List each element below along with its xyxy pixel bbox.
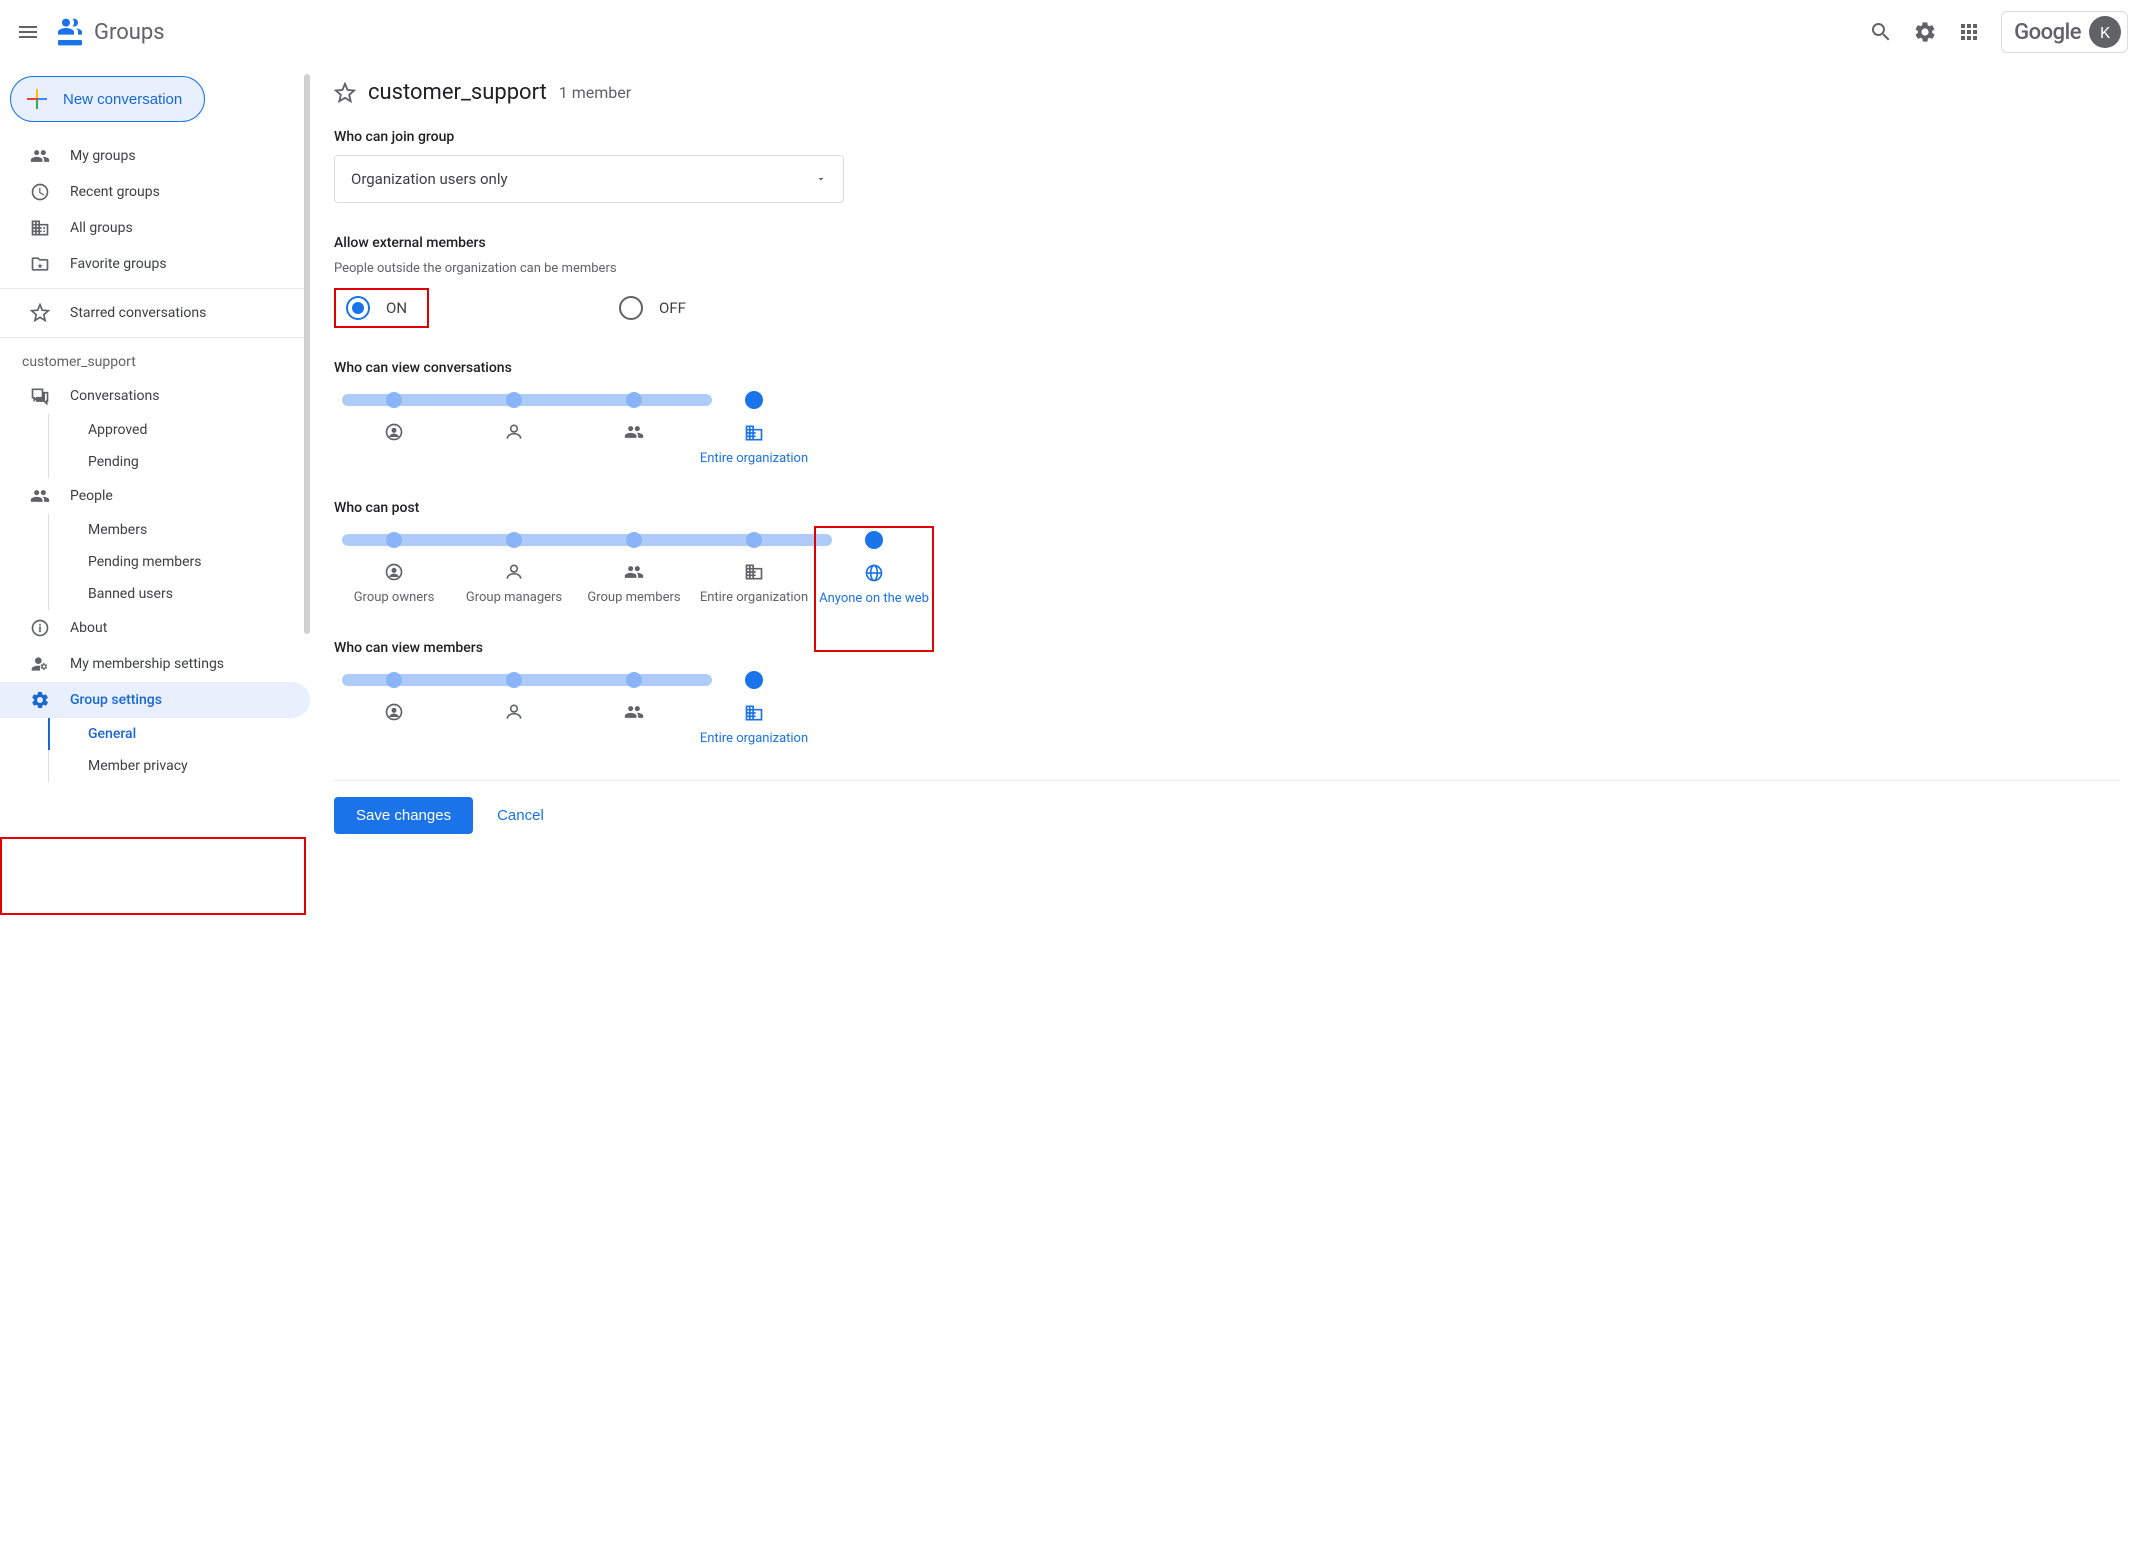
sidebar-item-starred[interactable]: Starred conversations [0,295,310,331]
plus-icon [25,87,49,111]
person-icon [504,422,524,442]
clock-icon [30,182,50,202]
sidebar-item-recent-groups[interactable]: Recent groups [0,174,310,210]
person-gear-icon [30,654,50,674]
domain-icon [30,218,50,238]
radio-on[interactable]: ON [336,290,417,326]
avatar[interactable]: K [2089,16,2121,48]
settings-button[interactable] [1913,20,1937,44]
gear-icon [30,690,50,710]
sidebar-item-membership[interactable]: My membership settings [0,646,310,682]
chevron-down-icon [815,173,827,185]
menu-icon [16,20,40,44]
groups-logo-icon [54,16,86,48]
brand-label: Google [2014,20,2081,45]
account-badge[interactable]: Google K [2001,11,2128,53]
menu-button[interactable] [16,20,40,44]
page-title: customer_support [368,80,547,105]
org-icon [744,703,764,723]
star-icon [30,303,50,323]
sidebar-item-conversations[interactable]: Conversations [0,378,310,414]
logo[interactable]: Groups [54,16,165,48]
folder-star-icon [30,254,50,274]
sidebar-item-people[interactable]: People [0,478,310,514]
group-icon [624,422,644,442]
owner-icon [384,702,404,722]
sidebar-item-my-groups[interactable]: My groups [0,138,310,174]
join-label: Who can join group [334,129,2120,145]
search-button[interactable] [1869,20,1893,44]
view-conv-slider[interactable]: Entire organization [334,392,2120,468]
person-icon [504,562,524,582]
sidebar-sub-pending[interactable]: Pending [0,446,310,478]
sidebar-sub-pending-members[interactable]: Pending members [0,546,310,578]
external-desc: People outside the organization can be m… [334,261,2120,276]
people-icon [30,146,50,166]
sidebar-sub-members[interactable]: Members [0,514,310,546]
sidebar-sub-approved[interactable]: Approved [0,414,310,446]
org-icon [744,423,764,443]
gear-icon [1913,20,1937,44]
radio-icon-checked [346,296,370,320]
sidebar-item-favorite-groups[interactable]: Favorite groups [0,246,310,282]
search-icon [1869,20,1893,44]
chat-icon [30,386,50,406]
view-members-label: Who can view members [334,640,2120,656]
join-dropdown[interactable]: Organization users only [334,155,844,203]
sidebar: New conversation My groups Recent groups… [0,64,310,1564]
join-value: Organization users only [351,170,508,188]
post-label: Who can post [334,500,2120,516]
group-icon [624,562,644,582]
radio-icon-unchecked [619,296,643,320]
group-icon [624,702,644,722]
apps-button[interactable] [1957,20,1981,44]
post-slider[interactable]: Group owners Group managers Group member… [334,532,2120,608]
main-content: customer_support 1 member Who can join g… [310,64,2144,1564]
highlight-annotation: ON [334,288,429,328]
external-label: Allow external members [334,235,2120,251]
sidebar-sub-banned[interactable]: Banned users [0,578,310,610]
sidebar-item-all-groups[interactable]: All groups [0,210,310,246]
header: Groups Google K [0,0,2144,64]
save-button[interactable]: Save changes [334,797,473,834]
cancel-button[interactable]: Cancel [497,807,544,824]
new-conversation-label: New conversation [63,91,182,108]
owner-icon [384,422,404,442]
star-toggle[interactable] [334,82,356,104]
sidebar-item-group-settings[interactable]: Group settings [0,682,310,718]
people-icon [30,486,50,506]
apps-icon [1957,20,1981,44]
view-members-slider[interactable]: Entire organization [334,672,2120,748]
sidebar-sub-general[interactable]: General [0,718,310,750]
group-label: customer_support [0,344,310,378]
info-icon [30,618,50,638]
owner-icon [384,562,404,582]
sidebar-sub-privacy[interactable]: Member privacy [0,750,310,782]
view-conv-label: Who can view conversations [334,360,2120,376]
org-icon [744,562,764,582]
highlight-annotation [0,837,306,915]
member-count: 1 member [559,83,631,102]
radio-off[interactable]: OFF [609,288,696,328]
new-conversation-button[interactable]: New conversation [10,76,205,122]
person-icon [504,702,524,722]
app-name: Groups [94,20,165,45]
sidebar-item-about[interactable]: About [0,610,310,646]
